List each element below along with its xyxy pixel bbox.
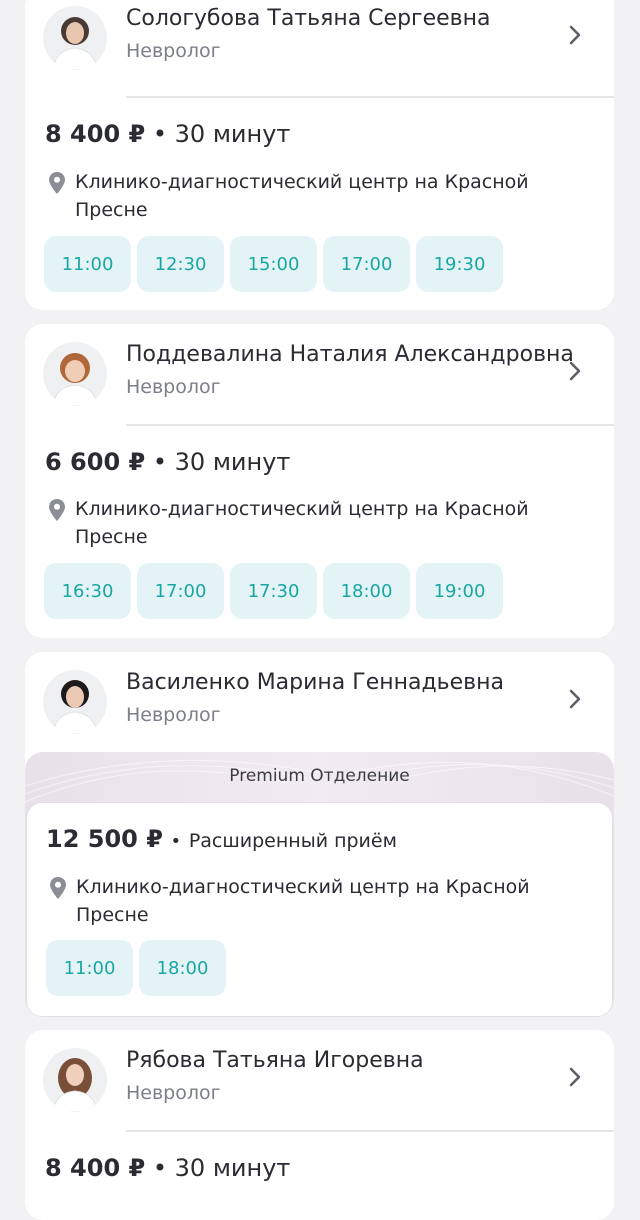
clinic-address: Клинико-диагностический центр на Красной…	[46, 873, 586, 929]
premium-section: Premium Отделение 12 500 ₽ • Расширенный…	[25, 752, 614, 1017]
time-slot-button[interactable]: 18:00	[139, 940, 226, 996]
time-slot-button[interactable]: 12:30	[137, 236, 224, 292]
doctor-card: Сологубова Татьяна Сергеевна Невролог 8 …	[25, 0, 614, 310]
time-slots: 16:30 17:00 17:30 18:00 19:00	[44, 563, 503, 619]
doctor-name: Василенко Марина Геннадьевна	[126, 670, 505, 695]
time-slot-button[interactable]: 16:30	[44, 563, 131, 619]
time-slot-button[interactable]: 17:30	[230, 563, 317, 619]
location-pin-icon	[49, 172, 65, 194]
chevron-right-icon	[569, 689, 581, 709]
doctor-header[interactable]: Поддевалина Наталия Александровна Неврол…	[25, 324, 614, 424]
duration: 30 минут	[174, 120, 291, 148]
chevron-right-icon	[569, 25, 581, 45]
time-slot-button[interactable]: 19:30	[416, 236, 503, 292]
time-slot-button[interactable]: 18:00	[323, 563, 410, 619]
doctor-avatar	[43, 342, 107, 406]
duration: 30 минут	[174, 1154, 291, 1182]
doctor-avatar	[43, 670, 107, 734]
price: 8 400 ₽	[45, 120, 146, 148]
price: 8 400 ₽	[45, 1154, 146, 1182]
time-slot-button[interactable]: 19:00	[416, 563, 503, 619]
chevron-right-icon	[569, 361, 581, 381]
time-slots: 11:00 18:00	[46, 940, 226, 996]
address-text: Клинико-диагностический центр на Красной…	[75, 498, 529, 548]
time-slot-button[interactable]: 11:00	[46, 940, 133, 996]
duration: 30 минут	[174, 448, 291, 476]
price-line: 8 400 ₽ • 30 минут	[45, 120, 290, 148]
divider	[126, 96, 614, 98]
chevron-right-icon	[569, 1067, 581, 1087]
time-slots: 11:00 12:30 15:00 17:00 19:30	[44, 236, 503, 292]
price-line: 12 500 ₽ • Расширенный приём	[46, 825, 397, 853]
doctor-specialty: Невролог	[126, 376, 221, 398]
time-slot-button[interactable]: 15:00	[230, 236, 317, 292]
time-slot-button[interactable]: 11:00	[44, 236, 131, 292]
doctor-name: Поддевалина Наталия Александровна	[126, 342, 574, 367]
doctor-avatar	[43, 1048, 107, 1112]
divider	[126, 1130, 614, 1132]
doctor-card: Поддевалина Наталия Александровна Неврол…	[25, 324, 614, 638]
doctor-card: Рябова Татьяна Игоревна Невролог 8 400 ₽…	[25, 1030, 614, 1220]
clinic-address: Клинико-диагностический центр на Красной…	[45, 168, 585, 224]
price: 12 500 ₽	[46, 825, 163, 853]
address-text: Клинико-диагностический центр на Красной…	[75, 171, 529, 221]
separator: •	[170, 831, 182, 852]
price-line: 6 600 ₽ • 30 минут	[45, 448, 290, 476]
premium-label: Premium Отделение	[229, 766, 410, 786]
separator: •	[152, 120, 168, 148]
doctor-name: Рябова Татьяна Игоревна	[126, 1048, 424, 1073]
time-slot-button[interactable]: 17:00	[323, 236, 410, 292]
doctor-header[interactable]: Сологубова Татьяна Сергеевна Невролог	[25, 0, 614, 88]
clinic-address: Клинико-диагностический центр на Красной…	[45, 495, 585, 551]
location-pin-icon	[50, 877, 66, 899]
doctor-header[interactable]: Рябова Татьяна Игоревна Невролог	[25, 1030, 614, 1130]
doctor-header[interactable]: Василенко Марина Геннадьевна Невролог	[25, 652, 614, 752]
doctor-name: Сологубова Татьяна Сергеевна	[126, 6, 491, 31]
premium-offer: 12 500 ₽ • Расширенный приём Клинико-диа…	[26, 802, 613, 1017]
price-line: 8 400 ₽ • 30 минут	[45, 1154, 290, 1182]
doctor-specialty: Невролог	[126, 1082, 221, 1104]
address-text: Клинико-диагностический центр на Красной…	[76, 876, 530, 926]
time-slot-button[interactable]: 17:00	[137, 563, 224, 619]
duration: Расширенный приём	[188, 830, 397, 852]
doctor-avatar	[43, 6, 107, 70]
doctor-specialty: Невролог	[126, 704, 221, 726]
divider	[126, 424, 614, 426]
doctor-specialty: Невролог	[126, 40, 221, 62]
separator: •	[152, 448, 168, 476]
doctor-card: Василенко Марина Геннадьевна Невролог Pr…	[25, 652, 614, 1017]
price: 6 600 ₽	[45, 448, 146, 476]
location-pin-icon	[49, 499, 65, 521]
separator: •	[152, 1154, 168, 1182]
